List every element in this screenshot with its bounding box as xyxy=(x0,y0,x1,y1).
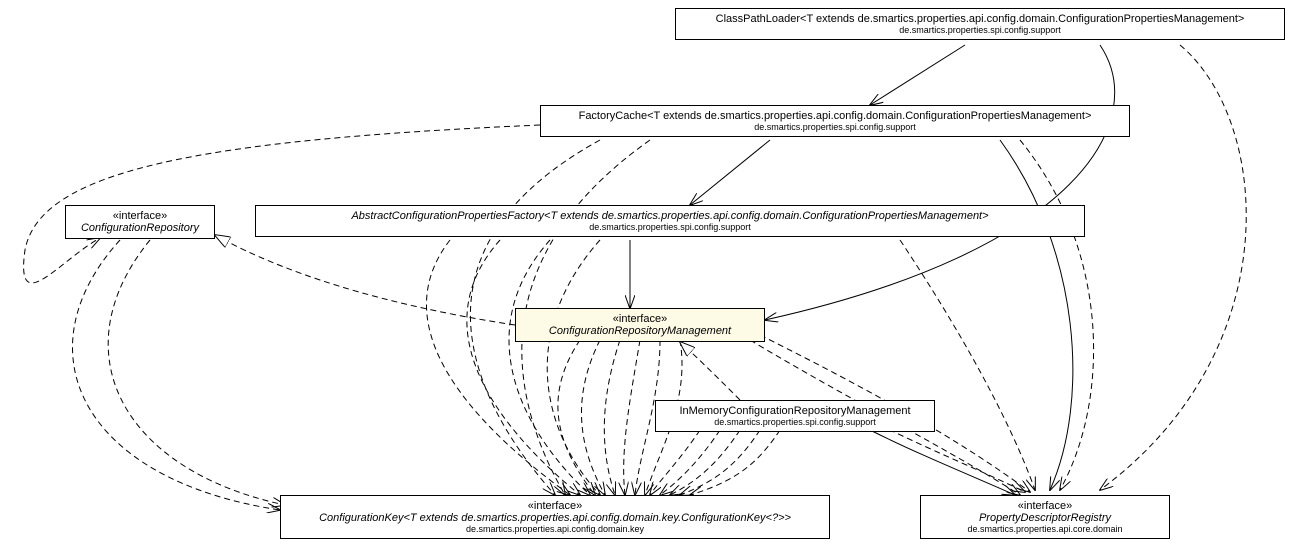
node-classpathloader: ClassPathLoader<T extends de.smartics.pr… xyxy=(675,8,1285,40)
class-pkg: de.smartics.properties.spi.config.suppor… xyxy=(664,417,926,427)
stereotype: «interface» xyxy=(74,210,206,222)
stereotype: «interface» xyxy=(524,313,756,325)
node-configurationrepository: «interface» ConfigurationRepository xyxy=(65,205,215,239)
class-name: ConfigurationRepositoryManagement xyxy=(524,325,756,337)
class-pkg: de.smartics.properties.api.core.domain xyxy=(929,524,1161,534)
class-pkg: de.smartics.properties.spi.config.suppor… xyxy=(264,222,1076,232)
class-name: AbstractConfigurationPropertiesFactory<T… xyxy=(264,210,1076,222)
node-propdescreg: «interface» PropertyDescriptorRegistry d… xyxy=(920,495,1170,539)
class-name: FactoryCache<T extends de.smartics.prope… xyxy=(549,110,1121,122)
node-inmemory: InMemoryConfigurationRepositoryManagemen… xyxy=(655,400,935,432)
class-pkg: de.smartics.properties.spi.config.suppor… xyxy=(684,25,1276,35)
node-factorycache: FactoryCache<T extends de.smartics.prope… xyxy=(540,105,1130,137)
diagram-edges xyxy=(0,0,1306,557)
stereotype: «interface» xyxy=(929,500,1161,512)
stereotype: «interface» xyxy=(289,500,821,512)
class-name: PropertyDescriptorRegistry xyxy=(929,512,1161,524)
class-name: InMemoryConfigurationRepositoryManagemen… xyxy=(664,405,926,417)
class-name: ClassPathLoader<T extends de.smartics.pr… xyxy=(684,13,1276,25)
node-configkey: «interface» ConfigurationKey<T extends d… xyxy=(280,495,830,539)
class-pkg: de.smartics.properties.spi.config.suppor… xyxy=(549,122,1121,132)
node-abstractfactory: AbstractConfigurationPropertiesFactory<T… xyxy=(255,205,1085,237)
class-name: ConfigurationRepository xyxy=(74,222,206,234)
class-pkg: de.smartics.properties.api.config.domain… xyxy=(289,524,821,534)
class-name: ConfigurationKey<T extends de.smartics.p… xyxy=(289,512,821,524)
node-configrepomgmt: «interface» ConfigurationRepositoryManag… xyxy=(515,308,765,342)
